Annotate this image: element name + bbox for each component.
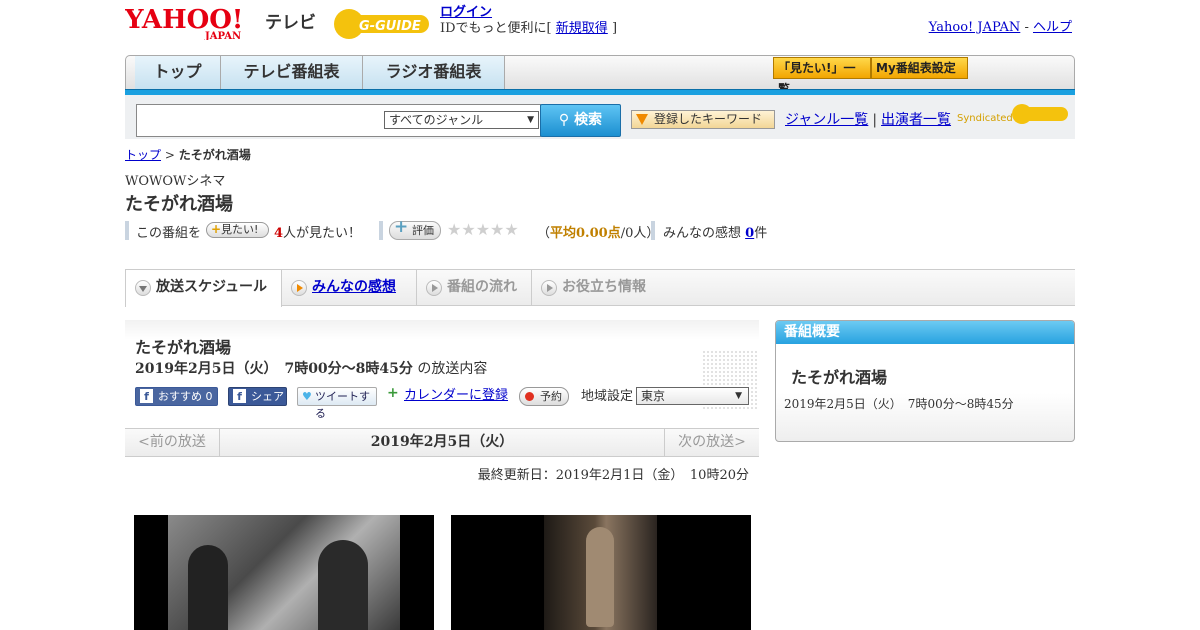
impressions-label: みんなの感想 [663,226,742,241]
broadcast-suffix: の放送内容 [417,361,488,377]
top-links: Yahoo! JAPAN - ヘルプ [929,16,1072,35]
rating-summary: （平均0.00点/0人） [537,222,659,241]
tab-broadcast-schedule[interactable]: 放送スケジュール [125,270,282,307]
search-button-label: 検索 [574,112,603,128]
play-arrow-icon [426,280,442,296]
genre-selected-value: すべてのジャンル [389,113,484,127]
tab-program-flow: 番組の流れ [417,270,532,306]
id-promo-end: ] [611,21,618,36]
channel-name: WOWOWシネマ [125,174,226,189]
summary-header: 番組概要 [776,321,1074,344]
tweet-button[interactable]: ツイートする [297,387,377,420]
mitai-count: 4 [274,226,284,241]
rate-button[interactable]: 評価 [389,219,441,240]
tab-label: お役立ち情報 [562,279,646,295]
impressions: みんなの感想 0件 [663,222,767,241]
performer-list-link[interactable]: 出演者一覧 [881,112,951,128]
mitai-list-button[interactable]: 「見たい!」一覧 [773,57,871,95]
registered-keyword-button[interactable]: 登録したキーワード [631,110,775,129]
keyword-button-label: 登録したキーワード [654,112,763,126]
photo-image [544,515,657,630]
photo-image [168,515,400,630]
broadcast-time: 2019年2月5日（火） 7時00分～8時45分 の放送内容 [135,358,487,378]
impressions-suffix: 件 [754,226,768,241]
program-photo[interactable] [451,515,751,630]
rating-stars[interactable]: ★★★★★ [447,220,519,239]
search-links: ジャンル一覧 | 出演者一覧 [785,109,951,129]
tab-useful-info: お役立ち情報 [532,270,662,306]
region-selected-value: 東京 [641,389,666,403]
program-summary-panel: 番組概要 たそがれ酒場 2019年2月5日（火） 7時00分～8時45分 [775,320,1075,442]
search-icon: ⚲ [558,112,570,128]
tab-label: みんなの感想 [312,279,396,295]
breadcrumb: トップ > たそがれ酒場 [125,146,251,163]
help-link[interactable]: ヘルプ [1033,20,1072,35]
program-stats: この番組を 見たい! 4人が見たい！ 評価 ★★★★★ （平均0.00点/0人）… [125,219,825,241]
previous-broadcast-button[interactable]: <前の放送 [125,429,220,456]
search-button[interactable]: ⚲ 検索 [540,104,621,137]
register-link[interactable]: 新規取得 [556,21,608,36]
divider [651,221,655,240]
top-links-separator: - [1024,20,1029,35]
divider [379,221,383,240]
genre-list-link[interactable]: ジャンル一覧 [785,112,868,128]
play-arrow-icon [541,280,557,296]
tab-label: 放送スケジュール [156,279,268,295]
japan-logo-text: JAPAN [204,31,241,40]
divider [125,221,129,240]
tab-label: 番組の流れ [447,279,517,295]
date-navigation: <前の放送 2019年2月5日（火） 次の放送> [125,428,759,457]
broadcast-datetime: 2019年2月5日（火） 7時00分～8時45分 [135,361,413,377]
region-select[interactable]: 東京 ▼ [636,387,749,405]
syndicated-label: Syndicated [957,113,1013,124]
last-updated: 最終更新日：2019年2月1日（金） 10時20分 [477,468,749,483]
program-photo[interactable] [134,515,434,630]
login-link[interactable]: ログイン [440,5,492,20]
add-to-calendar-link[interactable]: カレンダーに登録 [387,385,508,404]
breadcrumb-top-link[interactable]: トップ [125,148,161,162]
tv-label: テレビ [265,13,316,33]
gguide-logo-text: G-GUIDE [359,19,421,34]
login-box: ログイン IDでもっと便利に[ 新規取得 ] [440,5,617,37]
current-date: 2019年2月5日（火） [370,434,514,450]
mitai-button[interactable]: 見たい! [206,222,269,238]
reserve-button[interactable]: 予約 [519,387,569,406]
mitai-count-text: 4人が見たい！ [274,222,361,241]
share-row: おすすめ 0 シェア ツイートする カレンダーに登録 予約 地域設定 東京 ▼ [135,385,755,420]
region-label: 地域設定 [581,389,634,404]
gguide-logo: G-GUIDE [334,9,429,39]
stats-prefix: この番組を [136,226,202,241]
broadcast-title: たそがれ酒場 [135,338,232,357]
id-promo-text: IDでもっと便利に[ [440,21,552,36]
gguide-small-logo [1012,104,1068,124]
nav-tab-top[interactable]: トップ [135,56,221,90]
summary-time: 2019年2月5日（火） 7時00分～8時45分 [784,397,1014,411]
nav-tab-tv-schedule[interactable]: テレビ番組表 [221,56,363,90]
yahoo-japan-link[interactable]: Yahoo! JAPAN [929,20,1021,35]
my-schedule-button[interactable]: My番組表設定 [871,57,968,79]
next-broadcast-button[interactable]: 次の放送> [664,429,759,456]
search-links-separator: | [872,112,878,128]
chevron-down-icon [135,280,151,296]
mitai-count-suffix: 人が見たい！ [283,226,362,241]
breadcrumb-separator: > [164,148,175,162]
tab-impressions[interactable]: みんなの感想 [282,270,417,306]
triangle-down-icon [636,114,648,125]
page-title: たそがれ酒場 [125,194,233,215]
genre-select[interactable]: すべてのジャンル ▼ [384,111,539,129]
rating-average: 平均0.00点 [550,226,621,241]
program-tabs: 放送スケジュール みんなの感想 番組の流れ お役立ち情報 [125,269,1075,307]
facebook-recommend-button[interactable]: おすすめ 0 [135,387,218,406]
impressions-count-link[interactable]: 0 [745,226,754,241]
play-arrow-icon [291,280,307,296]
chevron-down-icon: ▼ [735,391,742,401]
yahoo-japan-logo[interactable]: YAHOO! JAPAN [125,6,261,40]
nav-tab-radio-schedule[interactable]: ラジオ番組表 [363,56,505,90]
chevron-down-icon: ▼ [527,115,534,125]
facebook-share-button[interactable]: シェア [228,387,287,406]
breadcrumb-current: たそがれ酒場 [178,148,251,162]
rating-open: （ [537,226,551,241]
summary-title: たそがれ酒場 [791,368,888,387]
